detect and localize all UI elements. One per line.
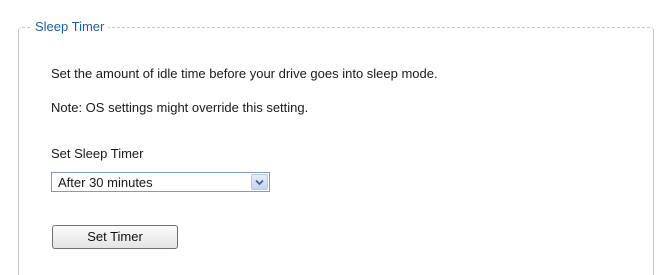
chevron-down-icon — [255, 179, 264, 186]
dropdown-arrow-button[interactable] — [251, 174, 268, 190]
panel-title: Sleep Timer — [31, 19, 109, 35]
panel-top-divider — [22, 27, 650, 28]
sleep-timer-select[interactable]: After 30 minutes — [51, 172, 270, 192]
description-text: Set the amount of idle time before your … — [51, 66, 438, 81]
note-text: Note: OS settings might override this se… — [51, 100, 309, 115]
set-timer-button[interactable]: Set Timer — [52, 225, 178, 249]
sleep-timer-selected-value: After 30 minutes — [58, 175, 153, 190]
sleep-timer-label: Set Sleep Timer — [51, 146, 144, 161]
